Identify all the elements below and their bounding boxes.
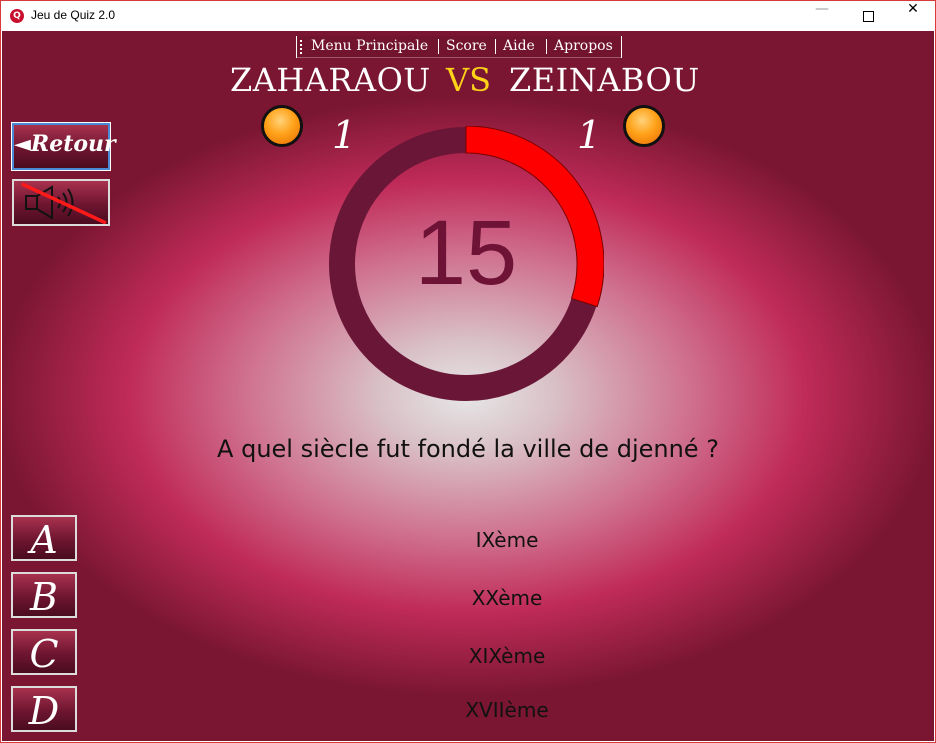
player2-name: ZEINABOU [509,61,700,99]
menu-item-aide[interactable]: Aide [503,38,535,56]
answer-d-text[interactable]: XVIIème [152,698,862,722]
player2-coin-icon [623,105,665,147]
menu-item-principale[interactable]: Menu Principale [311,38,428,56]
app-window: Q Jeu de Quiz 2.0 — ✕ Menu Principale Sc… [0,0,936,743]
top-menu: Menu Principale Score Aide Apropos [296,36,622,58]
quiz-app-icon: Q [10,9,24,23]
answer-b-button[interactable]: B [11,572,77,619]
answer-c-text[interactable]: XIXème [152,644,862,668]
answer-b-letter: B [30,575,58,619]
timer-seconds: 15 [414,202,518,304]
answer-a-text[interactable]: IXème [152,528,862,552]
menu-separator [495,39,496,54]
sound-toggle-button[interactable] [12,179,110,226]
menu-separator [546,39,547,54]
vs-label: VS [446,61,492,99]
speaker-muted-icon [21,182,107,225]
answer-a-letter: A [30,518,58,562]
menu-item-score[interactable]: Score [446,38,487,56]
answer-c-letter: C [29,632,59,676]
menu-item-apropos[interactable]: Apropos [554,38,613,56]
answer-a-button[interactable]: A [11,515,77,562]
back-button-label: ◄Retour [14,131,116,157]
question-text: A quel siècle fut fondé la ville de djen… [217,435,719,463]
window-title: Jeu de Quiz 2.0 [31,8,116,22]
player1-name: ZAHARAOU [230,61,431,99]
answer-c-button[interactable]: C [11,629,77,676]
back-button[interactable]: ◄Retour [11,122,116,171]
player1-coin-icon [261,105,303,147]
minimize-button[interactable]: — [799,1,845,31]
maximize-button[interactable] [845,1,891,31]
answer-b-text[interactable]: XXème [152,586,862,610]
answer-d-letter: D [28,689,60,733]
title-bar: Q Jeu de Quiz 2.0 — ✕ [1,1,935,31]
close-button[interactable]: ✕ [890,1,935,31]
menu-separator [438,39,439,54]
answer-d-button[interactable]: D [11,686,77,733]
game-area: Menu Principale Score Aide Apropos ZAHAR… [2,31,934,741]
menu-grip-handle[interactable] [300,40,304,54]
